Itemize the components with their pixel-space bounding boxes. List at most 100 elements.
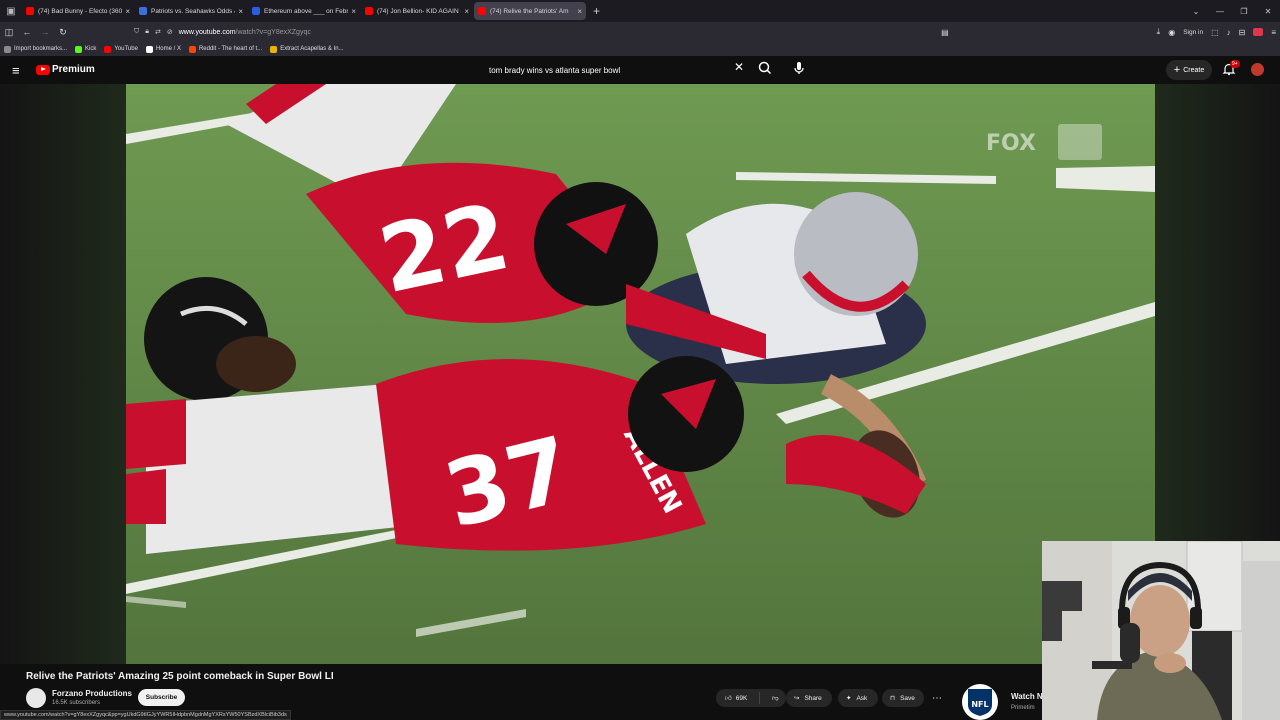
minimize-icon[interactable]: — [1208, 7, 1232, 16]
thumbs-down-icon: 👎︎ [772, 695, 779, 702]
restore-icon[interactable]: ❐ [1232, 7, 1256, 16]
clear-search-icon[interactable]: ✕ [734, 60, 744, 74]
reader-view-icon[interactable]: ▤ [941, 28, 949, 37]
browser-tab[interactable]: Ethereum above ___ on Februar× [248, 2, 360, 20]
save-button[interactable]: ⊓ Save [882, 689, 924, 707]
status-bar-url: www.youtube.com/watch?v=gY8exXZgyqc&pp=y… [0, 710, 291, 720]
recommended-card[interactable]: NFL Watch N Primetim [960, 684, 1043, 720]
red-sock-2 [126, 469, 166, 524]
bookmark-item[interactable]: YouTube [104, 45, 138, 53]
nfl-logo: NFL [962, 684, 998, 720]
svg-text:NFL: NFL [971, 700, 988, 709]
video-frame: 22 37 ALLEN FOX [126, 84, 1155, 664]
notification-count-badge: 9+ [1230, 60, 1240, 68]
headphone-cup [1190, 607, 1202, 629]
share-icon: ↪ [794, 695, 800, 702]
bookmark-item[interactable]: Extract Acapellas & In... [270, 45, 344, 53]
dislike-button[interactable]: 👎︎ [765, 694, 779, 702]
bookmark-favicon-icon [270, 45, 278, 53]
reload-icon[interactable]: ↻ [54, 27, 72, 38]
channel-name[interactable]: Forzano Productions [52, 689, 132, 698]
youtube-logo[interactable]: Premium [36, 64, 95, 75]
bookmark-label: Home / X [155, 46, 181, 52]
search-button[interactable] [756, 59, 774, 77]
fox-watermark: FOX [986, 131, 1036, 156]
like-dislike-group: 👍︎ 69K 👎︎ [716, 689, 786, 707]
channel-avatar[interactable] [26, 688, 46, 708]
search-input[interactable]: tom brady wins vs atlanta super bowl [480, 60, 752, 80]
webcam-overlay [1042, 541, 1280, 720]
forward-icon[interactable]: → [36, 27, 54, 37]
youtube-logo-text: Premium [52, 64, 95, 75]
webcam-frame [1042, 541, 1280, 720]
container-icon[interactable]: ⊟ [1239, 28, 1246, 37]
account-avatar[interactable] [1251, 63, 1264, 76]
new-tab-button[interactable]: + [593, 4, 600, 18]
bookmark-icon: ⊓ [890, 695, 896, 702]
search-icon [758, 61, 772, 75]
like-button[interactable]: 👍︎ 69K [716, 692, 760, 704]
close-tab-icon[interactable]: × [351, 7, 356, 16]
nav-right-tools: ▤ ⤓ ◉ Sign in ⬚ ♪ ⊟ ≡ [941, 22, 1276, 42]
ask-button[interactable]: ✦ Ask [838, 689, 878, 707]
tab-list-icon[interactable]: ⌄ [1184, 7, 1208, 16]
account-icon[interactable]: ◉ [1168, 28, 1175, 37]
tab-title: (74) Bad Bunny - Efecto (360 [38, 7, 123, 15]
close-tab-icon[interactable]: × [577, 7, 582, 16]
bookmark-favicon-icon [145, 45, 153, 53]
extension-badge-icon[interactable] [1253, 28, 1264, 36]
video-info: Relive the Patriots' Amazing 25 point co… [0, 664, 1042, 720]
bookmark-item[interactable]: Import bookmarks... [4, 45, 68, 53]
ask-label: Ask [856, 694, 868, 702]
red-sock-bottom [126, 399, 186, 469]
menu-icon[interactable]: ≡ [1271, 28, 1276, 37]
browser-tab[interactable]: (74) Jon Bellion- KID AGAIN (W × [361, 2, 473, 20]
subscribe-button[interactable]: Subscribe [138, 689, 185, 706]
shield-icon[interactable]: ⛉ [134, 28, 139, 36]
bookmarks-bar: Import bookmarks... Kick YouTube Home / X Re… [0, 42, 1280, 56]
tracking-icon[interactable]: ⊘ [167, 28, 173, 36]
browser-tab[interactable]: (74) Relive the Patriots' Am × [474, 2, 586, 20]
window-menu-icon[interactable]: ▣ [0, 0, 22, 22]
video-player[interactable]: 22 37 ALLEN FOX [126, 84, 1155, 664]
audio-icon[interactable]: ♪ [1227, 28, 1231, 37]
close-tab-icon[interactable]: × [464, 7, 469, 16]
close-window-icon[interactable]: ✕ [1256, 7, 1280, 16]
extensions-icon[interactable]: ⬚ [1211, 28, 1219, 37]
plus-icon: + [1173, 64, 1181, 76]
video-title: Relive the Patriots' Amazing 25 point co… [26, 671, 334, 682]
tab-favicon-icon [365, 7, 373, 15]
card-subtitle: Primetim [1011, 705, 1035, 711]
bookmark-item[interactable]: Home / X [145, 45, 181, 53]
create-button[interactable]: + Create [1166, 60, 1212, 80]
streamer-hand [1154, 653, 1186, 673]
browser-tab-strip: ▣ (74) Bad Bunny - Efecto (360 × Patriots … [0, 0, 1280, 22]
super-bowl-logo [1058, 124, 1102, 160]
back-icon[interactable]: ← [18, 27, 36, 37]
sign-in-link[interactable]: Sign in [1183, 29, 1203, 36]
browser-tab[interactable]: Patriots vs. Seahawks Odds & P × [135, 2, 247, 20]
bookmark-label: Import bookmarks... [14, 46, 68, 52]
bookmark-item[interactable]: Kick [75, 45, 97, 53]
sidebar-toggle-icon[interactable]: ◫ [0, 27, 18, 38]
player-face [216, 336, 296, 392]
tab-title: Patriots vs. Seahawks Odds & P [151, 7, 236, 15]
hamburger-menu-icon[interactable]: ≡ [12, 63, 20, 78]
close-tab-icon[interactable]: × [125, 7, 130, 16]
permissions-icon[interactable]: ⇄ [155, 28, 161, 36]
browser-tab[interactable]: (74) Bad Bunny - Efecto (360 × [22, 2, 134, 20]
tab-title: Ethereum above ___ on Februar [264, 7, 348, 15]
share-button[interactable]: ↪ Share [786, 689, 832, 707]
more-actions-icon[interactable]: ⋯ [929, 689, 945, 707]
microphone-icon [794, 62, 804, 74]
bookmark-label: Kick [85, 46, 97, 52]
close-tab-icon[interactable]: × [238, 7, 243, 16]
lock-icon[interactable]: 🔒︎ [145, 28, 149, 36]
tab-favicon-icon [252, 7, 260, 15]
bookmark-item[interactable]: Reddit - The heart of t... [188, 45, 263, 53]
bookmark-label: Reddit - The heart of t... [198, 46, 263, 52]
voice-search-button[interactable] [790, 59, 808, 77]
download-icon[interactable]: ⤓ [1157, 27, 1161, 37]
tab-title: (74) Relive the Patriots' Am [490, 7, 569, 15]
create-label: Create [1183, 66, 1205, 74]
